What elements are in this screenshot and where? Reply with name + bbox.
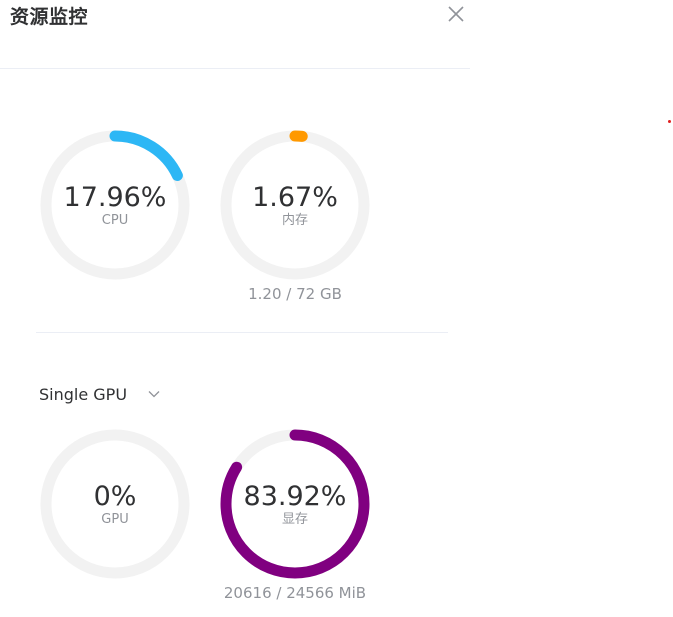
close-button[interactable] [446,4,466,24]
vram-detail: 20616 / 24566 MiB [223,584,367,602]
cpu-gauge: 17.96% CPU [39,129,191,281]
memory-detail: 1.20 / 72 GB [248,285,342,303]
vram-usage-value: 83.92% [243,481,347,512]
gpu-label: GPU [101,512,129,527]
memory-usage-value: 1.67% [252,182,338,213]
close-icon [448,6,464,22]
gpu-mode-select[interactable]: Single GPU [39,382,161,406]
gpu-usage-value: 0% [93,481,137,512]
panel-title: 资源监控 [10,6,89,28]
vram-gauge: 83.92% 显存 [219,428,371,580]
chevron-down-icon [148,391,160,398]
memory-gauge: 1.67% 内存 [219,129,371,281]
section-divider [36,332,448,333]
cpu-label: CPU [101,213,129,228]
gpu-mode-value: Single GPU [39,384,128,404]
memory-label: 内存 [281,213,308,228]
gpu-gauge: 0% GPU [39,428,191,580]
indicator-dot [668,120,671,123]
cpu-usage-value: 17.96% [63,182,167,213]
header-divider [0,68,470,69]
vram-label: 显存 [281,512,308,527]
resource-monitor-panel: 资源监控 17.96% CPU 1.67% 内存 1.20 / 72 GB Si… [0,0,470,617]
